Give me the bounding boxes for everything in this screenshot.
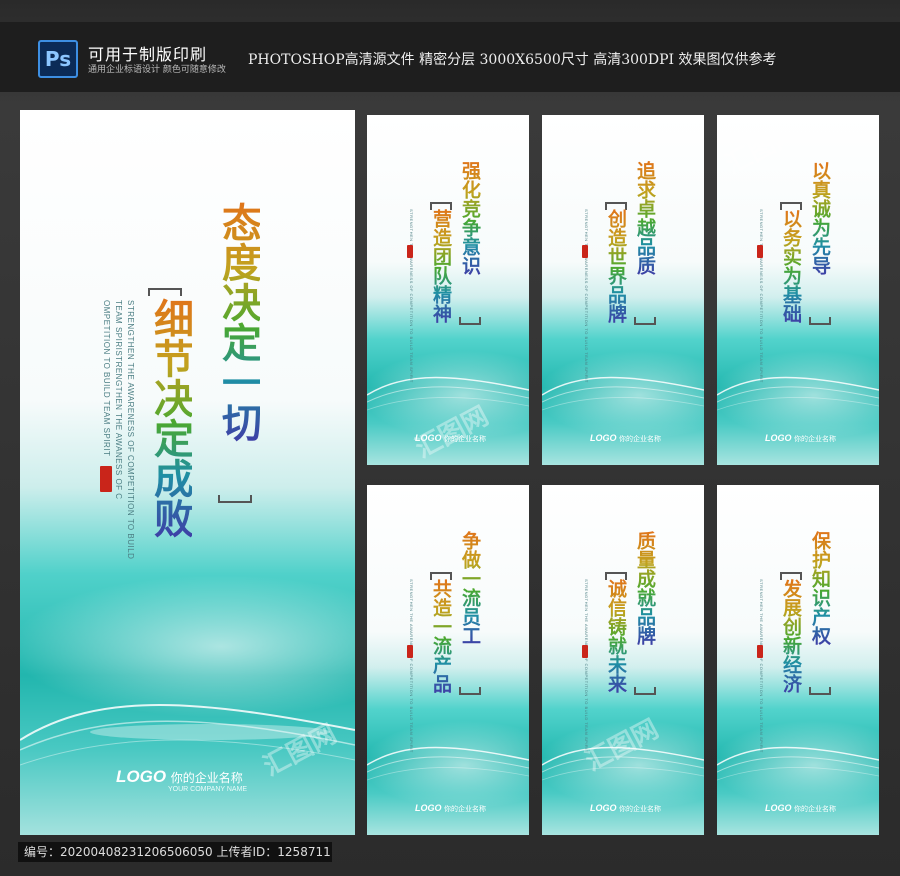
poster-6: 保护知识产权 发展创新经济 STRENGTHEN THE AWARENESS O… <box>717 485 879 835</box>
company-logo: LOGO 你的企业名称 <box>765 803 836 814</box>
company-name-en: YOUR COMPANY NAME <box>168 786 248 793</box>
red-seal <box>407 245 413 258</box>
company-logo: LOGO 你的企业名称 <box>590 433 661 444</box>
english-text: STRENGTHEN THE AWARENESS OF COMPETITION … <box>759 579 764 753</box>
slogan-line-1: 以真诚为先导 <box>809 161 831 275</box>
company-logo: LOGO 你的企业名称 <box>116 767 243 787</box>
red-seal <box>582 245 588 258</box>
slogan-line-2: 创造世界品牌 <box>605 209 627 323</box>
header-subtitle: 通用企业标语设计 颜色可随意修改 <box>88 65 226 75</box>
logo-text: LOGO <box>590 803 617 813</box>
slogan-line-2: 以务实为基础 <box>780 209 802 323</box>
poster-4: 争做一流员工 共造一流产品 STRENGTHEN THE AWARENESS O… <box>367 485 529 835</box>
slogan-line-2: 共造一流产品 <box>430 579 452 693</box>
bracket-bottom <box>459 317 481 325</box>
wave-graphic <box>717 376 879 411</box>
slogan-line-1: 追求卓越品质 <box>634 161 656 275</box>
wave-graphic <box>542 376 704 411</box>
red-seal <box>407 645 413 658</box>
poster-2: 追求卓越品质 创造世界品牌 STRENGTHEN THE AWARENESS O… <box>542 115 704 465</box>
english-text: STRENGTHEN THE AWARENESS OF COMPETITION … <box>584 579 589 753</box>
logo-text: LOGO <box>415 433 442 443</box>
slogan-line-2: 发展创新经济 <box>780 579 802 693</box>
header-info: PHOTOSHOP高清源文件 精密分层 3000X6500尺寸 高清300DPI… <box>248 52 777 68</box>
logo-text: LOGO <box>116 767 167 786</box>
wave-graphic <box>367 376 529 411</box>
bracket-bottom <box>809 317 831 325</box>
wave-graphic <box>717 746 879 781</box>
company-name: 你的企业名称 <box>619 435 662 443</box>
bracket-bottom <box>809 687 831 695</box>
company-name: 你的企业名称 <box>794 435 837 443</box>
company-name: 你的企业名称 <box>619 805 662 813</box>
bracket-bottom <box>218 495 252 503</box>
company-logo: LOGO 你的企业名称 <box>590 803 661 814</box>
wave-graphic <box>542 746 704 781</box>
red-seal <box>100 466 112 492</box>
logo-text: LOGO <box>415 803 442 813</box>
english-line-3: OMPETITION TO BUILD TEAM SPIRIT <box>102 300 111 457</box>
footer-id: 编号：20200408231206506050 上传者ID：1258711 <box>18 842 332 862</box>
red-seal <box>582 645 588 658</box>
company-name: 你的企业名称 <box>444 805 487 813</box>
company-logo: LOGO 你的企业名称 <box>415 433 486 444</box>
company-logo: LOGO 你的企业名称 <box>415 803 486 814</box>
bracket-top <box>148 288 182 296</box>
bracket-bottom <box>634 687 656 695</box>
wave-graphic <box>367 746 529 781</box>
english-line-1: STRENGTHEN THE AWARENESS OF COMPETITION … <box>126 300 135 560</box>
slogan-line-1: 争做一流员工 <box>459 531 481 645</box>
slogan-line-2: 营造团队精神 <box>430 209 452 323</box>
poster-5: 质量成就品牌 诚信铸就未来 STRENGTHEN THE AWARENESS O… <box>542 485 704 835</box>
slogan-line-1: 保护知识产权 <box>809 531 831 645</box>
logo-text: LOGO <box>765 433 792 443</box>
slogan-line-2: 细节决定成败 <box>147 298 194 538</box>
logo-text: LOGO <box>765 803 792 813</box>
english-line-2: TEAM SPIRISTRENGTHEN THE AWANESS OF C <box>114 300 123 500</box>
company-logo: LOGO 你的企业名称 <box>765 433 836 444</box>
bracket-bottom <box>634 317 656 325</box>
logo-text: LOGO <box>590 433 617 443</box>
slogan-line-1: 质量成就品牌 <box>634 531 656 645</box>
bracket-bottom <box>459 687 481 695</box>
poster-1: 强化竞争意识 营造团队精神 STRENGTHEN THE AWARENESS O… <box>367 115 529 465</box>
photoshop-icon: Ps <box>38 40 78 78</box>
english-text: STRENGTHEN THE AWARENESS OF COMPETITION … <box>409 209 414 383</box>
english-text: STRENGTHEN THE AWARENESS OF COMPETITION … <box>759 209 764 383</box>
english-text: STRENGTHEN THE AWARENESS OF COMPETITION … <box>584 209 589 383</box>
company-name: 你的企业名称 <box>794 805 837 813</box>
red-seal <box>757 645 763 658</box>
slogan-line-1: 态度决定一切 <box>215 202 262 442</box>
english-text: STRENGTHEN THE AWARENESS OF COMPETITION … <box>409 579 414 753</box>
poster-3: 以真诚为先导 以务实为基础 STRENGTHEN THE AWARENESS O… <box>717 115 879 465</box>
red-seal <box>757 245 763 258</box>
slogan-line-1: 强化竞争意识 <box>459 161 481 275</box>
main-poster: 态度决定一切 细节决定成败 STRENGTHEN THE AWARENESS O… <box>20 110 355 835</box>
company-name: 你的企业名称 <box>444 435 487 443</box>
slogan-line-2: 诚信铸就未来 <box>605 579 627 693</box>
company-name: 你的企业名称 <box>170 771 243 785</box>
